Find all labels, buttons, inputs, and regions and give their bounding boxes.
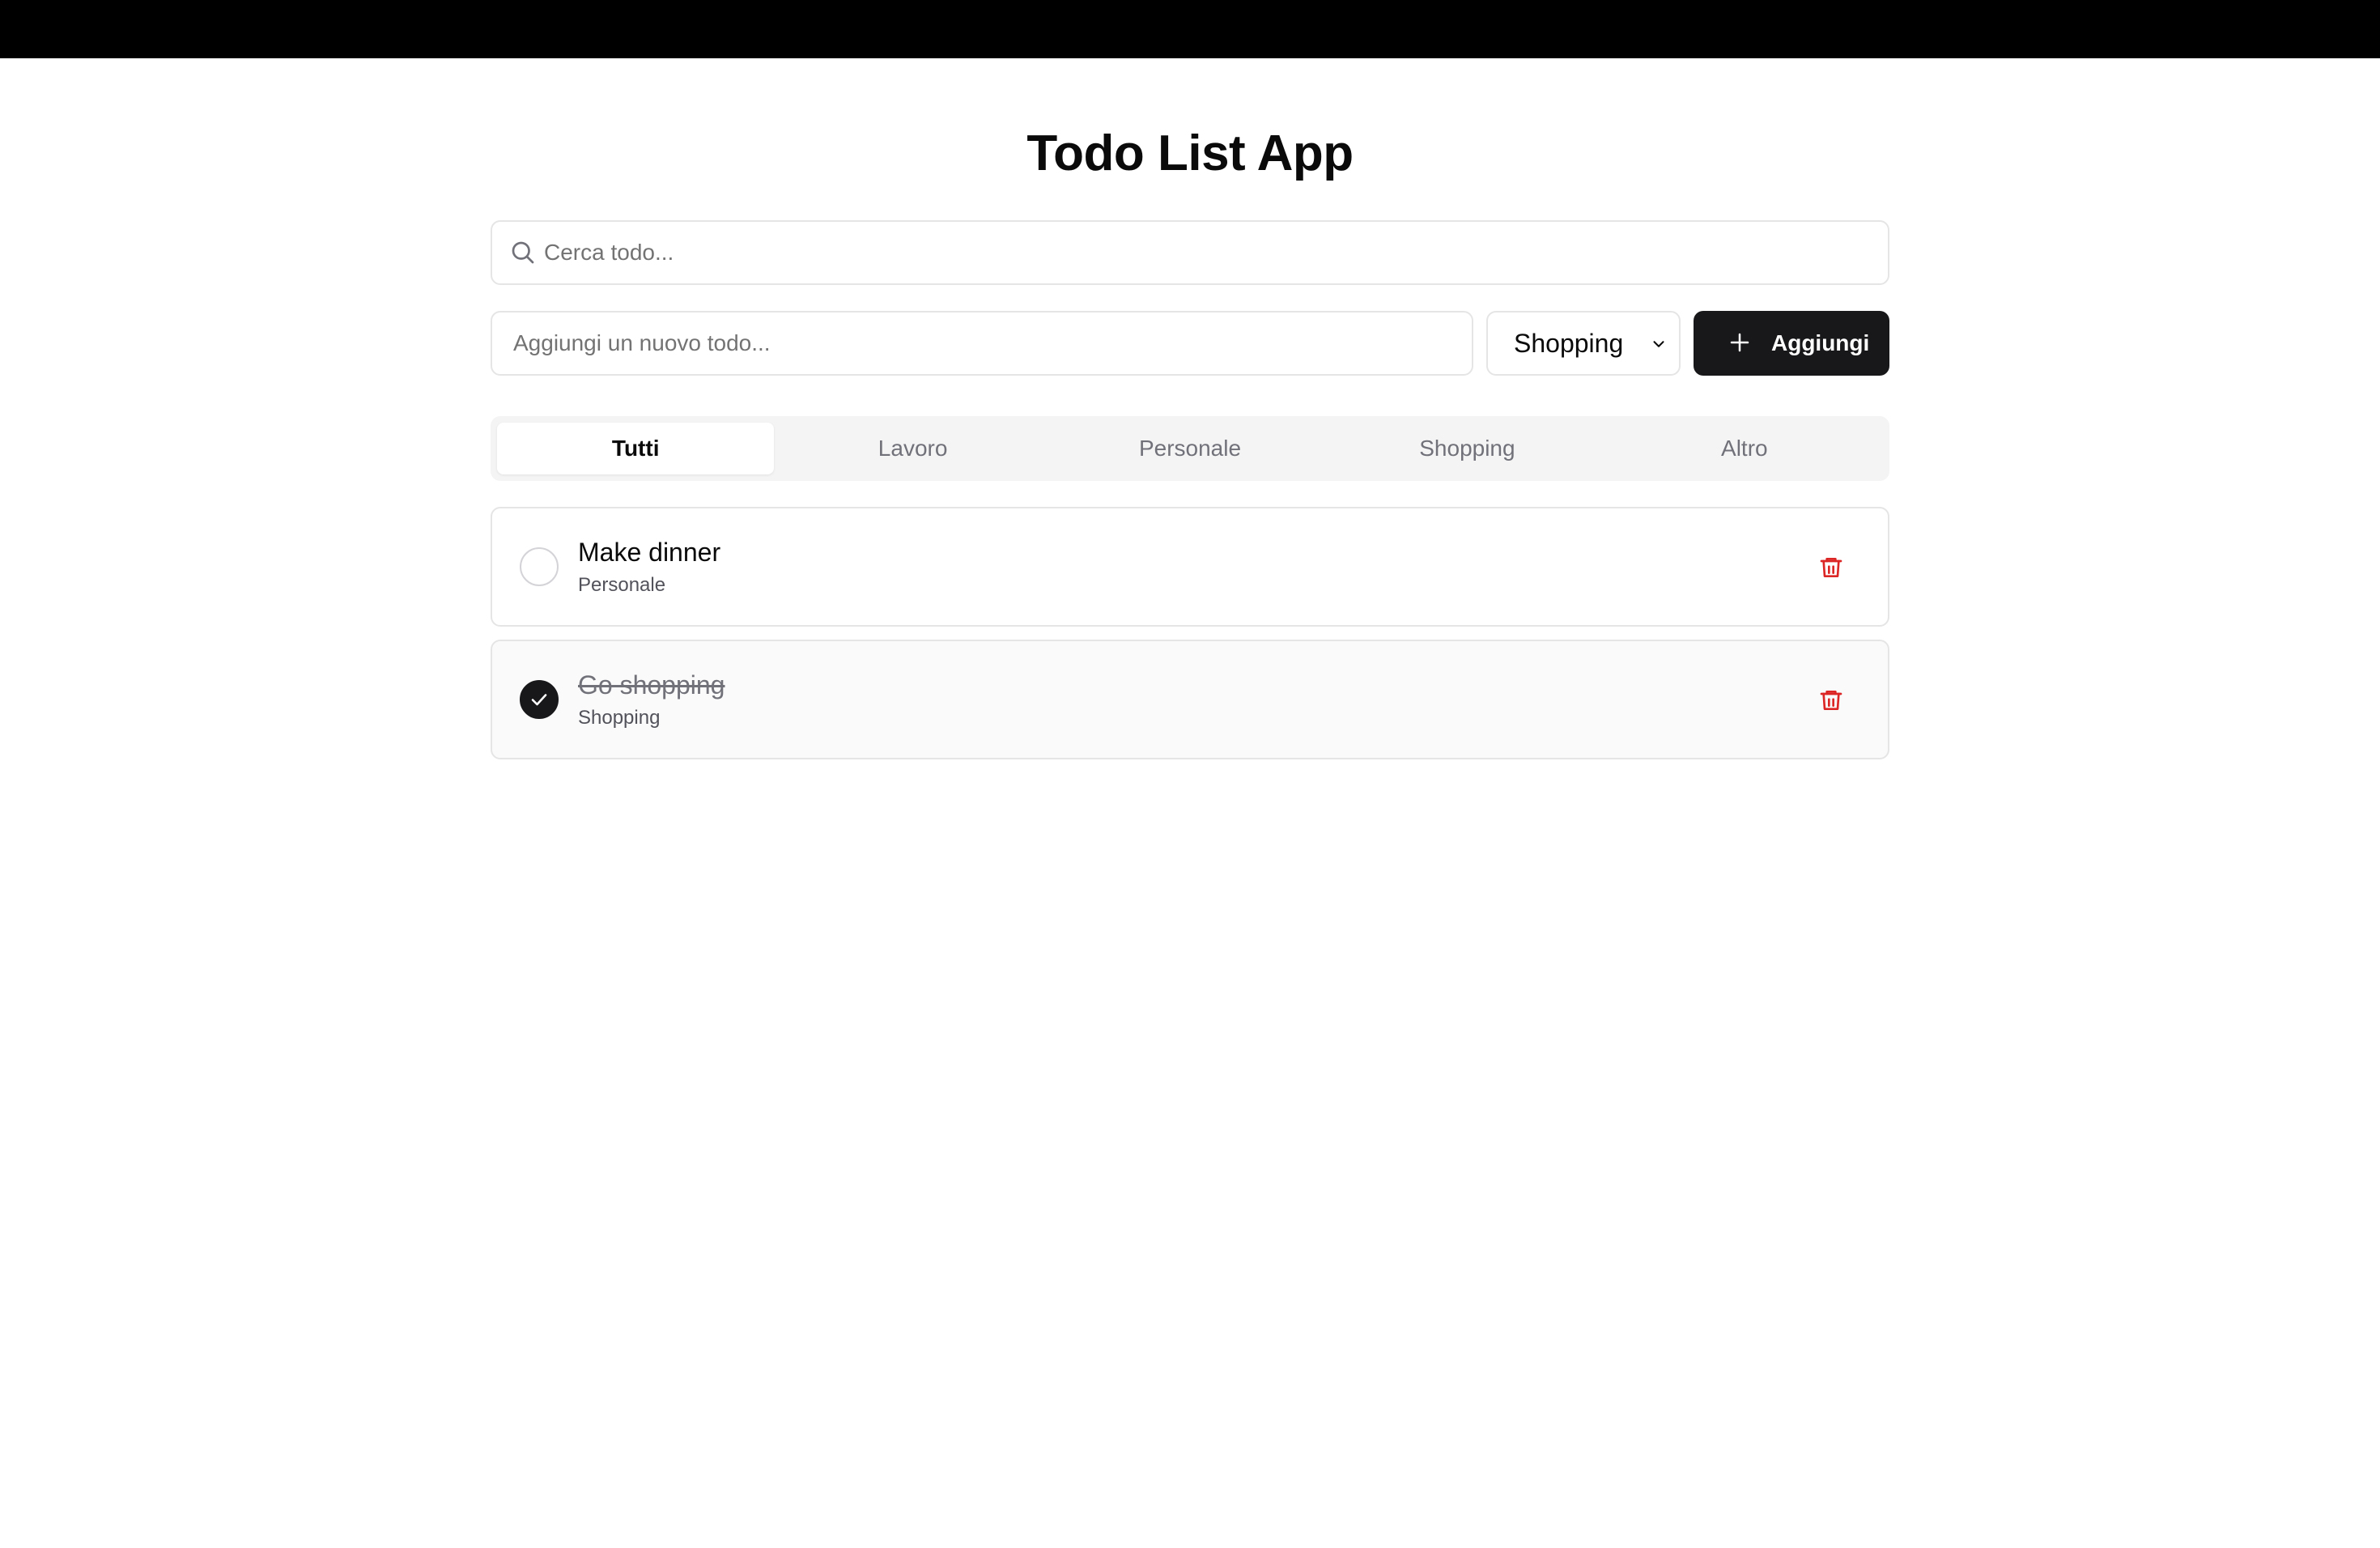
new-todo-input[interactable] <box>512 313 1451 374</box>
add-button[interactable]: Aggiungi <box>1694 311 1889 376</box>
todo-text: Go shopping <box>578 670 725 700</box>
tab-altro[interactable]: Altro <box>1606 423 1883 474</box>
chevron-down-icon <box>1653 341 1664 347</box>
category-select[interactable]: Shopping <box>1486 311 1681 376</box>
search-icon <box>512 241 534 264</box>
check-icon <box>531 694 547 706</box>
app-container: Todo List App Shopping Aggiungi Tutti La… <box>491 58 1889 772</box>
top-bar <box>0 0 2380 58</box>
trash-icon[interactable] <box>1818 554 1844 581</box>
tab-lavoro[interactable]: Lavoro <box>774 423 1051 474</box>
add-todo-row: Shopping Aggiungi <box>491 311 1889 376</box>
category-select-value: Shopping <box>1514 329 1624 358</box>
new-todo-field-wrapper[interactable] <box>491 311 1473 376</box>
add-button-label: Aggiungi <box>1771 330 1870 355</box>
todo-item: Go shopping Shopping <box>491 640 1889 759</box>
tab-shopping[interactable]: Shopping <box>1328 423 1605 474</box>
todo-checkbox[interactable] <box>520 547 559 586</box>
todo-category: Personale <box>578 574 666 596</box>
page-title: Todo List App <box>1026 125 1354 181</box>
trash-icon[interactable] <box>1818 687 1844 714</box>
tab-personale[interactable]: Personale <box>1052 423 1328 474</box>
plus-icon <box>1730 333 1749 352</box>
todo-checkbox[interactable] <box>520 680 559 719</box>
todo-item: Make dinner Personale <box>491 507 1889 627</box>
tab-tutti[interactable]: Tutti <box>497 423 775 474</box>
todo-category: Shopping <box>578 707 661 729</box>
todo-text: Make dinner <box>578 538 721 567</box>
todo-list: Make dinner Personale Go shopping Shoppi… <box>491 507 1889 759</box>
search-input[interactable] <box>542 222 1870 283</box>
category-tabs: Tutti Lavoro Personale Shopping Altro <box>491 416 1889 481</box>
search-box[interactable] <box>491 220 1889 285</box>
